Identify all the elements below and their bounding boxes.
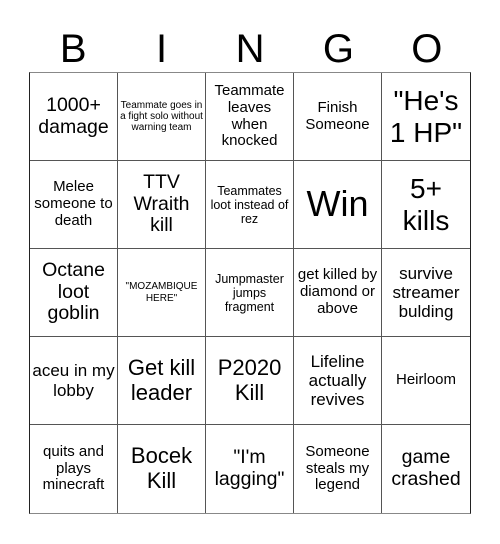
bingo-cell[interactable]: Win xyxy=(294,161,382,249)
bingo-cell[interactable]: Finish Someone xyxy=(294,73,382,161)
header-letter-i: I xyxy=(156,27,168,71)
bingo-cell[interactable]: get killed by diamond or above xyxy=(294,249,382,337)
bingo-cell[interactable]: Teammate goes in a fight solo without wa… xyxy=(118,73,206,161)
bingo-cell[interactable]: Octane loot goblin xyxy=(30,249,118,337)
bingo-cell[interactable]: Lifeline actually revives xyxy=(294,337,382,425)
bingo-cell[interactable]: Teammates loot instead of rez xyxy=(206,161,294,249)
bingo-cell[interactable]: Bocek Kill xyxy=(118,425,206,513)
header-letter-o: O xyxy=(411,27,443,71)
header-letter-g: G xyxy=(322,27,354,71)
header-letter-b: B xyxy=(59,27,87,71)
bingo-cell[interactable]: quits and plays minecraft xyxy=(30,425,118,513)
bingo-cell[interactable]: "MOZAMBIQUE HERE" xyxy=(118,249,206,337)
bingo-cell[interactable]: Jumpmaster jumps fragment xyxy=(206,249,294,337)
bingo-grid: 1000+ damage Teammate goes in a fight so… xyxy=(29,72,471,514)
bingo-cell[interactable]: TTV Wraith kill xyxy=(118,161,206,249)
bingo-cell[interactable]: "I'm lagging" xyxy=(206,425,294,513)
bingo-header: B I N G O xyxy=(29,26,471,72)
bingo-cell[interactable]: P2020 Kill xyxy=(206,337,294,425)
header-letter-n: N xyxy=(235,27,265,71)
bingo-cell[interactable]: aceu in my lobby xyxy=(30,337,118,425)
bingo-cell[interactable]: Someone steals my legend xyxy=(294,425,382,513)
bingo-cell[interactable]: Teammate leaves when knocked xyxy=(206,73,294,161)
bingo-cell[interactable]: Heirloom xyxy=(382,337,470,425)
bingo-cell[interactable]: 1000+ damage xyxy=(30,73,118,161)
bingo-cell[interactable]: Get kill leader xyxy=(118,337,206,425)
bingo-cell[interactable]: Melee someone to death xyxy=(30,161,118,249)
bingo-cell[interactable]: survive streamer bulding xyxy=(382,249,470,337)
bingo-cell[interactable]: game crashed xyxy=(382,425,470,513)
bingo-cell[interactable]: "He's 1 HP" xyxy=(382,73,470,161)
bingo-cell[interactable]: 5+ kills xyxy=(382,161,470,249)
